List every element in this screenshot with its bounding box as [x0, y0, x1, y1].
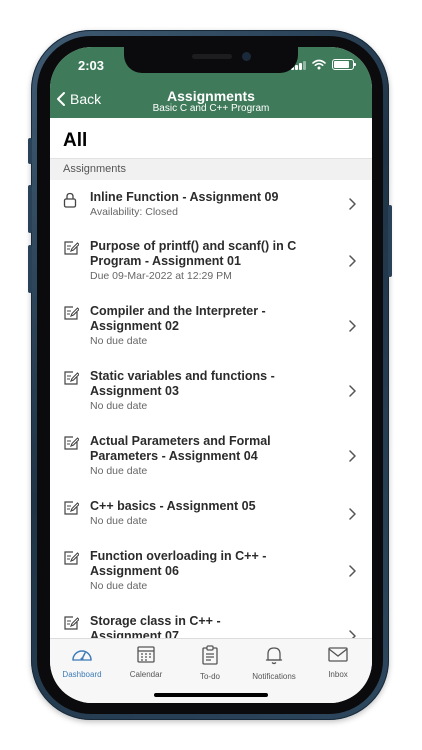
assignment-row[interactable]: Actual Parameters and Formal Parameters -… — [50, 424, 372, 490]
chevron-right-icon — [349, 255, 356, 267]
assignment-edit-icon — [64, 371, 79, 385]
group-header: Assignments — [50, 158, 372, 181]
assignment-row[interactable]: Purpose of printf() and scanf() in C Prog… — [50, 229, 372, 295]
status-time: 2:03 — [78, 58, 105, 73]
assignment-title: Inline Function - Assignment 09 — [90, 190, 279, 204]
assignment-row[interactable]: Storage class in C++ - Assignment 07 — [50, 604, 372, 638]
assignment-due-date: No due date — [90, 515, 148, 527]
tab-todo[interactable]: To-do — [178, 645, 242, 681]
section-header: All — [50, 118, 372, 158]
assignment-text: Static variables and functions - Assignme… — [90, 369, 340, 413]
assignment-text: C++ basics - Assignment 05 No due date — [90, 499, 340, 528]
assignment-title: Actual Parameters and Formal Parameters -… — [90, 434, 271, 463]
tab-label: Notifications — [252, 672, 296, 681]
assignment-edit-icon — [64, 551, 79, 565]
page-subtitle: Basic C and C++ Program — [152, 103, 270, 114]
assignment-title: Compiler and the Interpreter - Assignment… — [90, 304, 266, 333]
assignment-text: Storage class in C++ - Assignment 07 — [90, 614, 340, 638]
assignment-edit-icon — [64, 241, 79, 255]
chevron-right-icon — [349, 630, 356, 638]
assignment-text: Actual Parameters and Formal Parameters -… — [90, 434, 340, 478]
assignment-title: Purpose of printf() and scanf() in C Prog… — [90, 239, 297, 268]
home-indicator[interactable] — [154, 693, 268, 697]
dashboard-gauge-icon — [72, 650, 92, 661]
assignment-title: Storage class in C++ - Assignment 07 — [90, 614, 221, 638]
assignment-edit-icon — [64, 436, 79, 450]
notch — [124, 47, 298, 73]
assignment-title: Function overloading in C++ - Assignment … — [90, 549, 267, 578]
tab-label: Dashboard — [62, 670, 102, 679]
tab-bar: Dashboard Calendar To-do Notifications I… — [50, 638, 372, 703]
assignment-edit-icon — [64, 616, 79, 630]
assignment-list: Inline Function - Assignment 09 Availabi… — [50, 180, 372, 638]
wifi-icon — [312, 59, 326, 70]
speaker — [192, 54, 232, 59]
front-camera — [242, 52, 251, 61]
phone-silent-switch — [28, 138, 32, 164]
tab-dashboard[interactable]: Dashboard — [50, 645, 114, 679]
assignment-text: Inline Function - Assignment 09 Availabi… — [90, 190, 340, 219]
assignment-row[interactable]: Compiler and the Interpreter - Assignment… — [50, 294, 372, 360]
tab-label: To-do — [199, 672, 220, 681]
chevron-right-icon — [349, 198, 356, 210]
assignment-title: C++ basics - Assignment 05 — [90, 499, 256, 513]
chevron-right-icon — [349, 565, 356, 577]
chevron-right-icon — [349, 385, 356, 397]
battery-icon — [332, 59, 356, 70]
chevron-right-icon — [349, 320, 356, 332]
envelope-icon — [328, 647, 348, 662]
chevron-right-icon — [349, 450, 356, 462]
status-icons — [291, 59, 356, 70]
phone-volume-up — [28, 185, 32, 233]
phone-volume-down — [28, 245, 32, 293]
assignment-text: Function overloading in C++ - Assignment … — [90, 549, 340, 593]
assignment-due-date: Due 09-Mar-2022 at 12:29 PM — [90, 270, 232, 282]
tab-label: Inbox — [328, 670, 348, 679]
phone-power-button — [388, 205, 392, 277]
tab-label: Calendar — [129, 670, 163, 679]
assignment-availability: Availability: Closed — [90, 206, 178, 218]
section-title: All — [63, 130, 88, 151]
tab-notifications[interactable]: Notifications — [242, 645, 306, 681]
todo-clipboard-icon — [202, 645, 218, 665]
assignment-text: Purpose of printf() and scanf() in C Prog… — [90, 239, 340, 283]
assignment-due-date: No due date — [90, 335, 148, 347]
assignment-row[interactable]: Function overloading in C++ - Assignment … — [50, 539, 372, 605]
app-screen: 2:03 Back Assignments Basic C and C++ Pr… — [50, 47, 372, 703]
assignment-row[interactable]: C++ basics - Assignment 05 No due date — [50, 489, 372, 540]
assignment-due-date: No due date — [90, 465, 148, 477]
tab-inbox[interactable]: Inbox — [306, 645, 370, 679]
group-label: Assignments — [63, 163, 126, 175]
calendar-icon — [137, 646, 155, 663]
chevron-right-icon — [349, 508, 356, 520]
assignment-due-date: No due date — [90, 400, 148, 412]
lock-icon — [63, 192, 77, 208]
assignment-due-date: No due date — [90, 580, 148, 592]
page-title: Assignments — [167, 88, 255, 104]
assignment-title: Static variables and functions - Assignme… — [90, 369, 275, 398]
assignment-edit-icon — [64, 306, 79, 320]
assignment-edit-icon — [64, 501, 79, 515]
bell-icon — [265, 647, 283, 665]
tab-calendar[interactable]: Calendar — [114, 645, 178, 679]
assignment-row[interactable]: Inline Function - Assignment 09 Availabi… — [50, 180, 372, 230]
assignment-text: Compiler and the Interpreter - Assignment… — [90, 304, 340, 348]
assignment-row[interactable]: Static variables and functions - Assignme… — [50, 359, 372, 425]
